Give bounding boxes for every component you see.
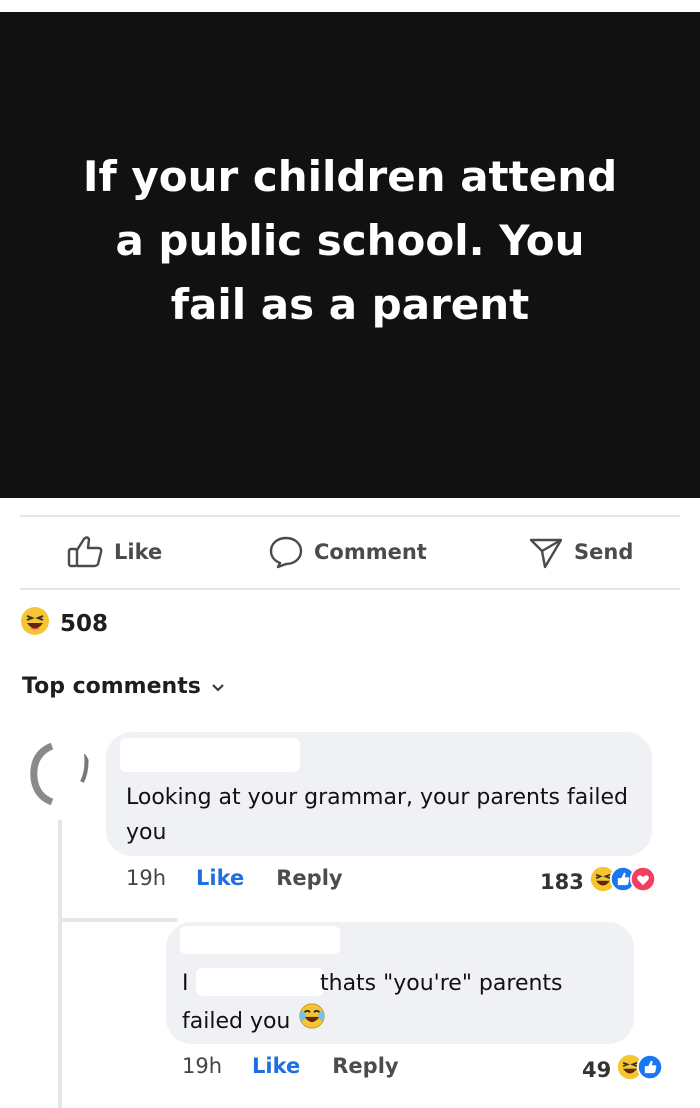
comment-like-button[interactable]: Like xyxy=(196,866,244,890)
comment-reaction-count: 183 xyxy=(540,869,584,894)
like-button[interactable]: Like xyxy=(66,534,162,570)
thread-branch xyxy=(58,918,178,922)
love-icon xyxy=(629,866,656,897)
reaction-count: 508 xyxy=(60,611,109,637)
divider xyxy=(20,588,680,590)
reply-like-button[interactable]: Like xyxy=(252,1054,300,1078)
send-button[interactable]: Send xyxy=(528,534,633,570)
reply-reply-button[interactable]: Reply xyxy=(332,1054,398,1078)
laugh-emoji-icon xyxy=(20,606,50,642)
thumbs-up-icon xyxy=(66,535,104,569)
avatar[interactable] xyxy=(22,740,92,810)
comment-actions: 19h Like Reply xyxy=(126,866,375,890)
post-text: If your children attend a public school.… xyxy=(82,152,618,329)
redacted-mention xyxy=(196,968,324,996)
comment-text: Looking at your grammar, your parents fa… xyxy=(126,785,628,845)
reply-text: failed you xyxy=(182,1009,291,1034)
divider xyxy=(20,515,680,517)
thread-line xyxy=(58,820,62,1108)
laughing-tears-emoji-icon xyxy=(298,1002,326,1041)
comment-button[interactable]: Comment xyxy=(268,534,427,570)
top-comments-dropdown[interactable]: Top comments xyxy=(22,674,225,699)
reply-reactions[interactable]: 49 xyxy=(582,1054,664,1085)
reply-actions: 19h Like Reply xyxy=(182,1054,431,1078)
reply-reaction-count: 49 xyxy=(582,1057,612,1082)
reply-time: 19h xyxy=(182,1054,223,1078)
chevron-down-icon xyxy=(211,674,225,699)
speech-bubble-icon xyxy=(268,535,304,569)
comment-time: 19h xyxy=(126,866,167,890)
comment-reactions[interactable]: 183 xyxy=(540,866,656,897)
redacted-author xyxy=(120,738,300,772)
post-image[interactable]: If your children attend a public school.… xyxy=(0,12,700,498)
send-label: Send xyxy=(574,540,634,564)
like-icon xyxy=(637,1054,664,1085)
comment-label: Comment xyxy=(314,540,427,564)
comment-reply-button[interactable]: Reply xyxy=(276,866,342,890)
reaction-summary[interactable]: 508 xyxy=(20,606,108,642)
reply-text-line1: thats "you're" parents xyxy=(320,971,563,996)
reply-mention-initial: I xyxy=(182,971,189,996)
send-icon xyxy=(528,535,564,569)
top-comments-label: Top comments xyxy=(22,674,201,699)
reply-text-line2: failed you xyxy=(182,1002,326,1041)
redacted-author xyxy=(180,926,340,954)
like-label: Like xyxy=(114,540,163,564)
